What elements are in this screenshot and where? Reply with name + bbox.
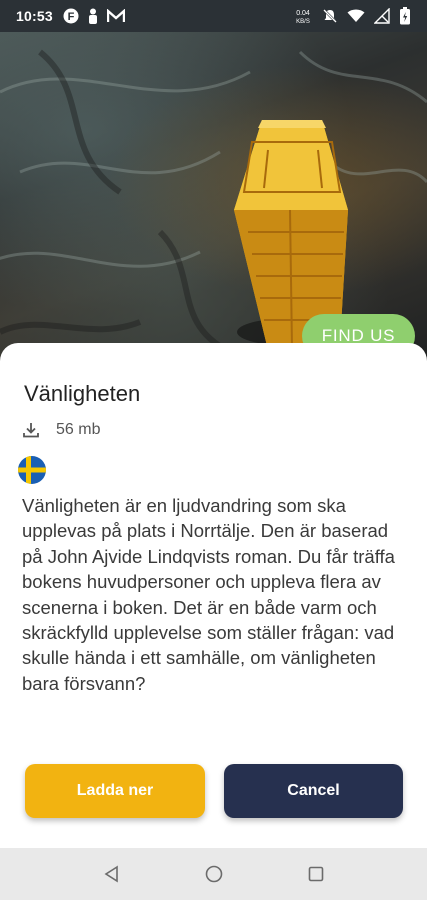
wifi-icon bbox=[347, 9, 365, 23]
svg-text:KB/S: KB/S bbox=[296, 19, 310, 24]
detail-sheet: Vänligheten 56 mb Vänligheten är en ljud… bbox=[0, 343, 427, 848]
download-icon bbox=[22, 421, 40, 439]
f-icon: F bbox=[63, 8, 79, 24]
hero-image: FIND US bbox=[0, 32, 427, 362]
data-speed-icon: 0.04 KB/S bbox=[293, 8, 313, 24]
system-nav-bar bbox=[0, 848, 427, 900]
download-size-row: 56 mb bbox=[22, 421, 100, 439]
hero-painting bbox=[0, 49, 427, 355]
notification-person-icon bbox=[87, 8, 99, 24]
sweden-flag-icon bbox=[18, 456, 46, 484]
tour-title: Vänligheten bbox=[24, 381, 141, 406]
m-app-icon bbox=[106, 9, 125, 23]
svg-text:0.04: 0.04 bbox=[296, 10, 310, 17]
no-signal-icon bbox=[374, 8, 390, 24]
cancel-button[interactable]: Cancel bbox=[224, 764, 403, 818]
home-icon[interactable] bbox=[198, 858, 230, 890]
status-bar: 10:53 F 0.04 KB/S bbox=[0, 0, 427, 32]
status-time: 10:53 bbox=[16, 8, 53, 24]
tour-description: Vänligheten är en ljudvandring som ska u… bbox=[22, 495, 395, 694]
recents-icon[interactable] bbox=[300, 858, 332, 890]
download-button[interactable]: Ladda ner bbox=[25, 764, 205, 818]
back-icon[interactable] bbox=[96, 858, 128, 890]
svg-text:F: F bbox=[67, 11, 74, 23]
mute-icon bbox=[322, 8, 338, 24]
download-size: 56 mb bbox=[56, 421, 101, 438]
battery-icon bbox=[399, 7, 411, 25]
